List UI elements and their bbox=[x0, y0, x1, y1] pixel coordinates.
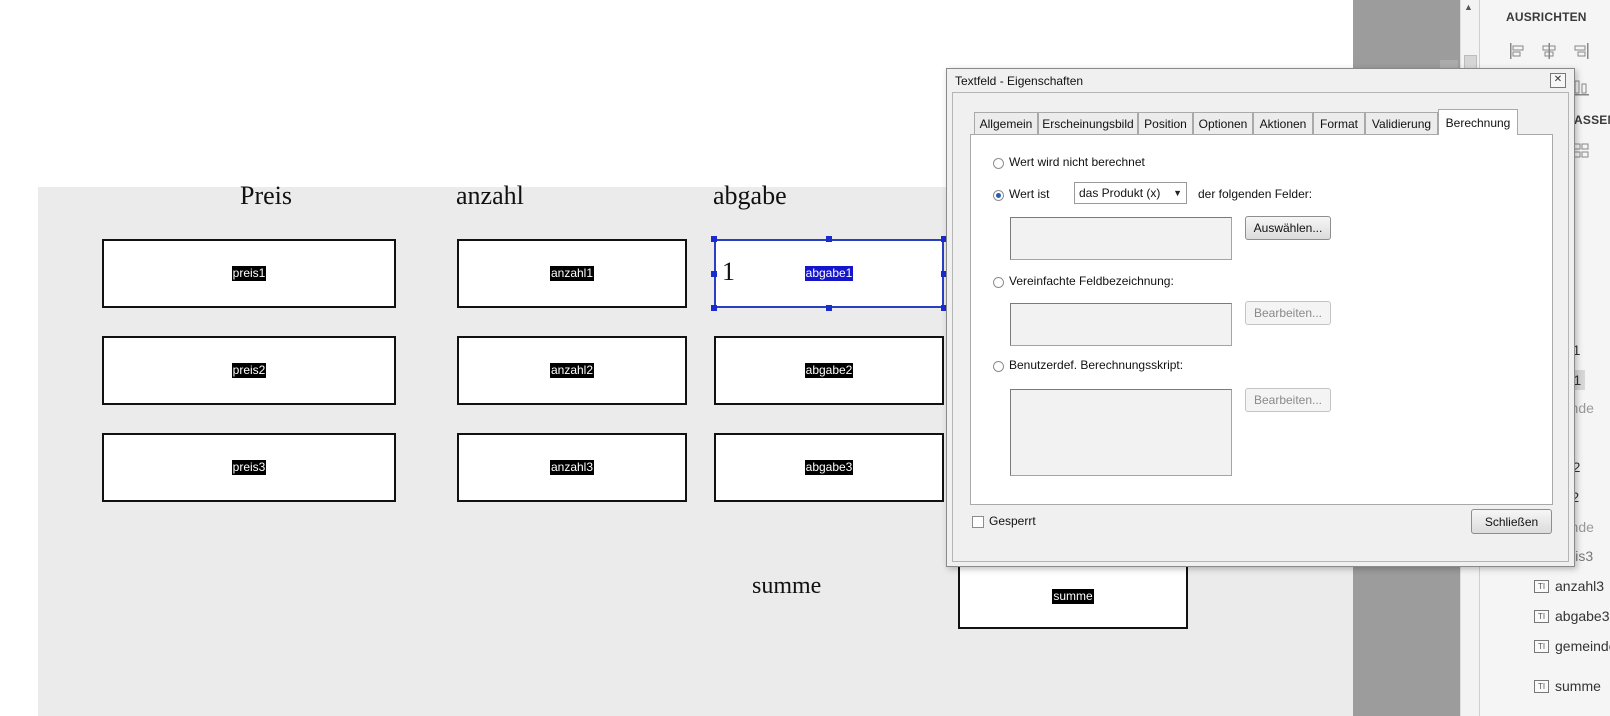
header-anzahl: anzahl bbox=[456, 181, 524, 210]
panel-heading-align: AUSRICHTEN bbox=[1506, 10, 1587, 24]
resize-handle[interactable] bbox=[711, 305, 717, 311]
field-name-label: preis1 bbox=[231, 266, 267, 281]
field-name-label: abgabe2 bbox=[804, 363, 854, 378]
tab-format[interactable]: Format bbox=[1313, 112, 1365, 134]
label-not-calculated: Wert wird nicht berechnet bbox=[1009, 155, 1145, 169]
form-field-abgabe3[interactable]: abgabe3 bbox=[714, 433, 944, 502]
selected-fields-box bbox=[1010, 217, 1232, 260]
tab-optionen[interactable]: Optionen bbox=[1193, 112, 1253, 134]
form-field-preis3[interactable]: preis3 bbox=[102, 433, 396, 502]
locked-checkbox[interactable] bbox=[972, 516, 984, 528]
close-icon[interactable]: ✕ bbox=[1550, 73, 1566, 88]
textfield-properties-dialog: Textfeld - Eigenschaften ✕ Allgemein Ers… bbox=[946, 68, 1575, 567]
scroll-up-icon[interactable]: ▲ bbox=[1464, 2, 1473, 12]
resize-handle[interactable] bbox=[711, 236, 717, 242]
simplified-notation-box[interactable] bbox=[1010, 303, 1232, 346]
form-field-abgabe2[interactable]: abgabe2 bbox=[714, 336, 944, 405]
resize-handle[interactable] bbox=[711, 271, 717, 277]
operation-select-value: das Produkt (x) bbox=[1079, 186, 1161, 200]
field-name-label: preis3 bbox=[231, 460, 267, 475]
align-right-icon[interactable] bbox=[1570, 40, 1592, 62]
align-left-icon[interactable] bbox=[1506, 40, 1528, 62]
field-list-item[interactable]: TIgemeinde bbox=[1534, 638, 1610, 654]
form-field-anzahl3[interactable]: anzahl3 bbox=[457, 433, 687, 502]
textfield-icon: TI bbox=[1534, 609, 1549, 623]
textfield-icon: TI bbox=[1534, 579, 1549, 593]
field-name-label: summe bbox=[1052, 588, 1094, 604]
form-field-anzahl1[interactable]: anzahl1 bbox=[457, 239, 687, 308]
label-value-is: Wert ist bbox=[1009, 187, 1050, 201]
radio-not-calculated[interactable] bbox=[993, 158, 1004, 169]
form-field-abgabe1-selected[interactable]: 1 abgabe1 bbox=[714, 239, 944, 308]
textfield-icon: TI bbox=[1534, 679, 1549, 693]
form-field-summe[interactable]: summe bbox=[958, 563, 1188, 629]
form-field-anzahl2[interactable]: anzahl2 bbox=[457, 336, 687, 405]
form-field-preis1[interactable]: preis1 bbox=[102, 239, 396, 308]
field-name-label: preis2 bbox=[231, 363, 267, 378]
close-button[interactable]: Schließen bbox=[1471, 509, 1552, 534]
resize-handle[interactable] bbox=[826, 305, 832, 311]
tab-allgemein[interactable]: Allgemein bbox=[974, 112, 1038, 134]
field-list-item[interactable]: TI anzahl3 bbox=[1534, 578, 1604, 594]
form-field-preis2[interactable]: preis2 bbox=[102, 336, 396, 405]
label-simplified-notation: Vereinfachte Feldbezeichnung: bbox=[1009, 274, 1174, 288]
align-center-icon[interactable] bbox=[1538, 40, 1560, 62]
field-value: 1 bbox=[722, 257, 735, 286]
field-list-item[interactable]: TI summe bbox=[1534, 678, 1601, 694]
dialog-title: Textfeld - Eigenschaften bbox=[955, 74, 1084, 88]
header-abgabe: abgabe bbox=[713, 181, 787, 210]
edit-simplified-button[interactable]: Bearbeiten... bbox=[1245, 301, 1331, 325]
label-following-fields: der folgenden Felder: bbox=[1198, 187, 1313, 201]
tab-erscheinungsbild[interactable]: Erscheinungsbild bbox=[1038, 112, 1138, 134]
header-preis: Preis bbox=[240, 181, 292, 210]
field-name-label: abgabe1 bbox=[804, 266, 854, 281]
tab-validierung[interactable]: Validierung bbox=[1365, 112, 1438, 134]
operation-select[interactable]: das Produkt (x) ▼ bbox=[1074, 182, 1187, 204]
label-locked: Gesperrt bbox=[989, 514, 1036, 528]
tab-berechnung[interactable]: Berechnung bbox=[1438, 109, 1518, 135]
field-name-label: anzahl2 bbox=[549, 363, 595, 378]
select-fields-button[interactable]: Auswählen... bbox=[1245, 216, 1331, 240]
summe-label: summe bbox=[752, 573, 822, 599]
custom-script-box[interactable] bbox=[1010, 389, 1232, 476]
edit-script-button[interactable]: Bearbeiten... bbox=[1245, 388, 1331, 412]
resize-handle[interactable] bbox=[826, 236, 832, 242]
label-custom-script: Benutzerdef. Berechnungsskript: bbox=[1009, 358, 1184, 372]
field-name-label: anzahl3 bbox=[549, 460, 595, 475]
panel-heading-size: ASSEN bbox=[1574, 113, 1610, 127]
radio-value-is[interactable] bbox=[993, 190, 1004, 201]
field-list-item[interactable]: TI abgabe3 bbox=[1534, 608, 1610, 624]
tab-position[interactable]: Position bbox=[1138, 112, 1193, 134]
textfield-icon: TI bbox=[1534, 639, 1549, 653]
chevron-down-icon: ▼ bbox=[1173, 188, 1182, 198]
tab-aktionen[interactable]: Aktionen bbox=[1253, 112, 1313, 134]
field-name-label: abgabe3 bbox=[804, 460, 854, 475]
radio-custom-script[interactable] bbox=[993, 361, 1004, 372]
field-name-label: anzahl1 bbox=[549, 266, 595, 281]
radio-simplified-notation[interactable] bbox=[993, 277, 1004, 288]
